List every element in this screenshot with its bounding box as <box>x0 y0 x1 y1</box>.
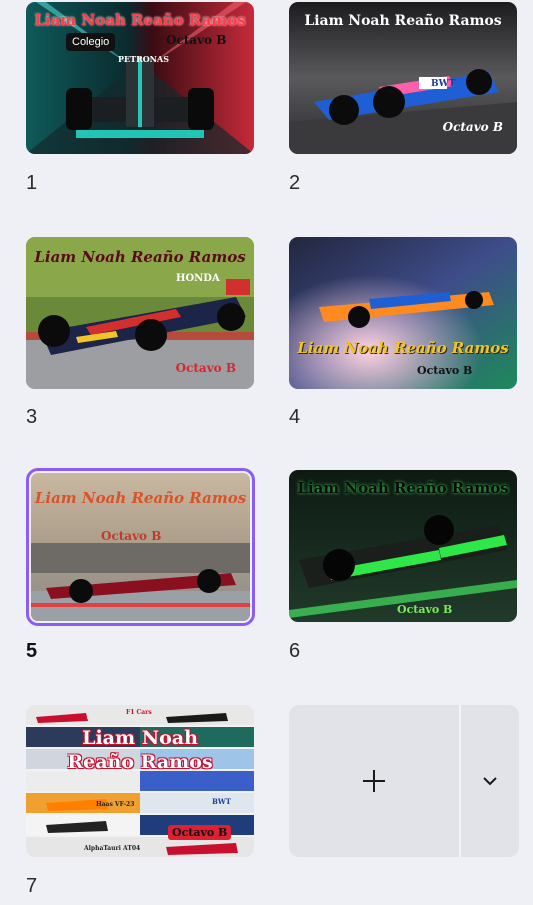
page-7-label-2: Haas VF-23 <box>96 801 135 808</box>
add-page-options-button[interactable] <box>461 705 519 857</box>
page-number-2: 2 <box>289 172 301 194</box>
page-4-title: Liam Noah Reaño Ramos <box>297 339 509 357</box>
page-thumbnail-3[interactable]: Liam Noah Reaño Ramos HONDA Octavo B <box>26 237 254 389</box>
page-number-7: 7 <box>26 875 38 897</box>
page-2-title: Liam Noah Reaño Ramos <box>304 13 502 29</box>
page-4-subtitle: Octavo B <box>417 364 473 377</box>
page-number-5: 5 <box>26 640 38 662</box>
page-thumbnail-5[interactable]: Liam Noah Reaño Ramos Octavo B <box>31 473 250 621</box>
page-5-title: Liam Noah Reaño Ramos <box>34 489 247 507</box>
page-2-sponsor: BWT <box>431 79 456 89</box>
page-5-subtitle: Octavo B <box>101 529 162 543</box>
page-7-label-3: AlphaTauri AT04 <box>84 845 141 852</box>
page-thumbnail-6[interactable]: Liam Noah Reaño Ramos Octavo B <box>289 470 517 622</box>
page-thumbnail-2[interactable]: Liam Noah Reaño Ramos Octavo B BWT <box>289 2 517 154</box>
page-2-subtitle: Octavo B <box>442 120 503 134</box>
page-number-6: 6 <box>289 640 301 662</box>
page-1-tag: Colegio <box>66 33 116 51</box>
page-number-4: 4 <box>289 406 301 428</box>
add-page-area <box>289 705 519 857</box>
page-7-title-line-1: Liam Noah <box>82 727 198 749</box>
page-1-subtitle: Octavo B <box>166 33 227 47</box>
page-7-subtitle: Octavo B <box>168 825 232 840</box>
page-6-subtitle: Octavo B <box>397 603 453 616</box>
page-7-label-1: F1 Cars <box>126 709 152 716</box>
page-7-label-4: BWT <box>212 797 231 806</box>
page-thumbnail-4[interactable]: Liam Noah Reaño Ramos Octavo B <box>289 237 517 389</box>
f1-alpine-neon-image <box>289 237 517 389</box>
add-page-button[interactable] <box>289 705 459 857</box>
page-number-3: 3 <box>26 406 38 428</box>
chevron-down-icon <box>483 777 497 786</box>
plus-icon <box>363 770 385 792</box>
page-number-1: 1 <box>26 172 38 194</box>
page-thumbnail-1[interactable]: Liam Noah Reaño Ramos Colegio Octavo B P… <box>26 2 254 154</box>
page-6-title: Liam Noah Reaño Ramos <box>297 479 509 497</box>
page-1-sponsor: PETRONAS <box>118 54 169 64</box>
page-7-title-line-2: Reaño Ramos <box>67 751 213 773</box>
page-3-subtitle: Octavo B <box>175 361 236 375</box>
page-3-title: Liam Noah Reaño Ramos <box>34 248 246 266</box>
page-thumbnail-7[interactable]: F1 Cars Haas VF-23 AlphaTauri AT04 BWT L… <box>26 705 254 857</box>
page-3-sponsor: HONDA <box>176 273 220 284</box>
page-1-title: Liam Noah Reaño Ramos <box>34 11 246 29</box>
